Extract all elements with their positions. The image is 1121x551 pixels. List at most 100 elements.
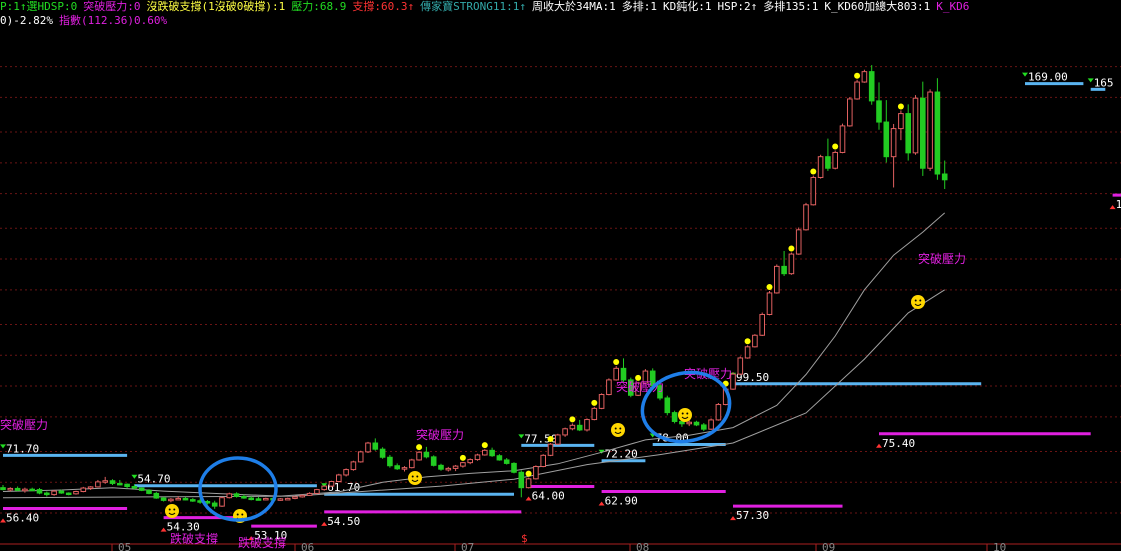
smiley-eye [619,427,622,430]
annotation-label: 突破壓力 [0,417,48,432]
candle-body [175,497,181,501]
candle-body [540,454,547,467]
annotation-label: 突破壓力 [616,379,664,394]
candle-body [598,394,605,409]
candle-body [445,467,452,471]
indicator-item: K_KD60加總大803:1 [824,0,931,13]
smiley-eye [416,475,419,478]
candle-body [898,113,904,130]
month-label: 10 [993,541,1006,551]
candle-body [277,498,284,501]
signal-dot [416,444,423,451]
indicator-item: K_KD6 [936,0,970,13]
month-label: 09 [822,541,835,551]
resistance-label: 71.70 [6,442,39,455]
resistance-label: 169.00 [1028,71,1068,84]
smiley-eye [686,412,689,415]
candle-body [211,502,218,507]
candle-body [336,474,342,483]
candle-body [80,487,87,493]
signal-dot [525,470,532,477]
candle-body [788,253,795,275]
candle-body [306,492,313,496]
candle-body [131,486,138,489]
month-label: 07 [461,541,474,551]
signal-dot [832,143,839,150]
candle-body [452,465,459,469]
support-label: 62.90 [605,495,638,508]
candle-body [817,156,824,178]
candle-body [883,121,890,158]
candle-body [102,480,109,483]
candle-body [350,461,357,471]
candle-body [774,265,780,294]
candle-body [160,497,167,501]
candle-body [671,412,678,422]
candle-body [87,486,94,489]
resistance-label: 165 [1094,76,1114,89]
candle-body [241,496,247,499]
candle-body [51,490,57,496]
signal-dot [810,168,817,175]
candle-body [284,497,291,501]
candle-body [591,407,598,421]
support-label: 54.50 [327,515,360,528]
candle-body [905,113,912,154]
candle-body [781,265,787,275]
indicator-item: 多排:1 [621,0,657,13]
indicator-item: 0)-2.82% [0,14,53,27]
candle-body [861,71,868,83]
month-label: 08 [636,541,649,551]
candle-body [533,465,539,480]
candle-body [503,459,510,464]
candle-body [701,424,707,430]
signal-dot [481,442,488,449]
candle-body [715,404,722,421]
candle-body [759,313,766,336]
candle-body [847,98,853,127]
signal-dot [854,72,861,79]
candle-body [182,497,189,501]
candle-body [474,454,481,461]
candle-body [620,367,627,381]
smiley-eye [919,299,922,302]
smiley-icon [408,471,422,485]
candle-body [606,379,612,396]
candle-body [372,442,379,450]
chart-background [0,0,1121,551]
indicator-line-1: P:1↑選HDSP:0 突破壓力:0 沒跌破支撐(1沒破0破撐):1 壓力:68.9 支… [0,0,1121,14]
candle-body [343,469,349,476]
candle-body [219,497,225,507]
candle-body [920,97,926,169]
candle-body [511,462,517,473]
candle-body [613,367,620,381]
month-label: 06 [301,541,314,551]
candle-body [832,151,839,169]
candle-body [409,459,415,469]
support-label: 136.50 [1116,198,1121,211]
indicator-item: 傳家寶STRONG11:1↑ [420,0,526,13]
candle-body [292,496,298,499]
candle-body [941,173,948,181]
indicator-item: 壓力:68.9 [291,0,347,13]
candle-body [744,346,751,359]
resistance-label: 54.70 [137,473,170,486]
support-label: 56.40 [6,511,39,524]
candle-body [29,488,35,492]
candle-body [255,498,262,501]
candlestick-chart: 05 06 07 08 09 10$71.7054.7061.7077.5072.2078… [0,0,1121,551]
indicator-item: 指數(112.36)0.60% [58,14,168,27]
candle-body [803,204,809,231]
candle-body [44,492,50,496]
smiley-eye [236,513,239,516]
candle-body [562,428,568,436]
candle-body [854,81,860,100]
signal-dot [613,359,620,366]
indicator-item: HSP:2↑ [717,0,758,13]
candle-body [839,125,846,153]
candle-body [357,451,364,463]
signal-dot [591,399,598,406]
smiley-icon [165,504,179,518]
candle-body [693,421,700,426]
indicator-line-2: 0)-2.82% 指數(112.36)0.60% [0,14,1121,28]
